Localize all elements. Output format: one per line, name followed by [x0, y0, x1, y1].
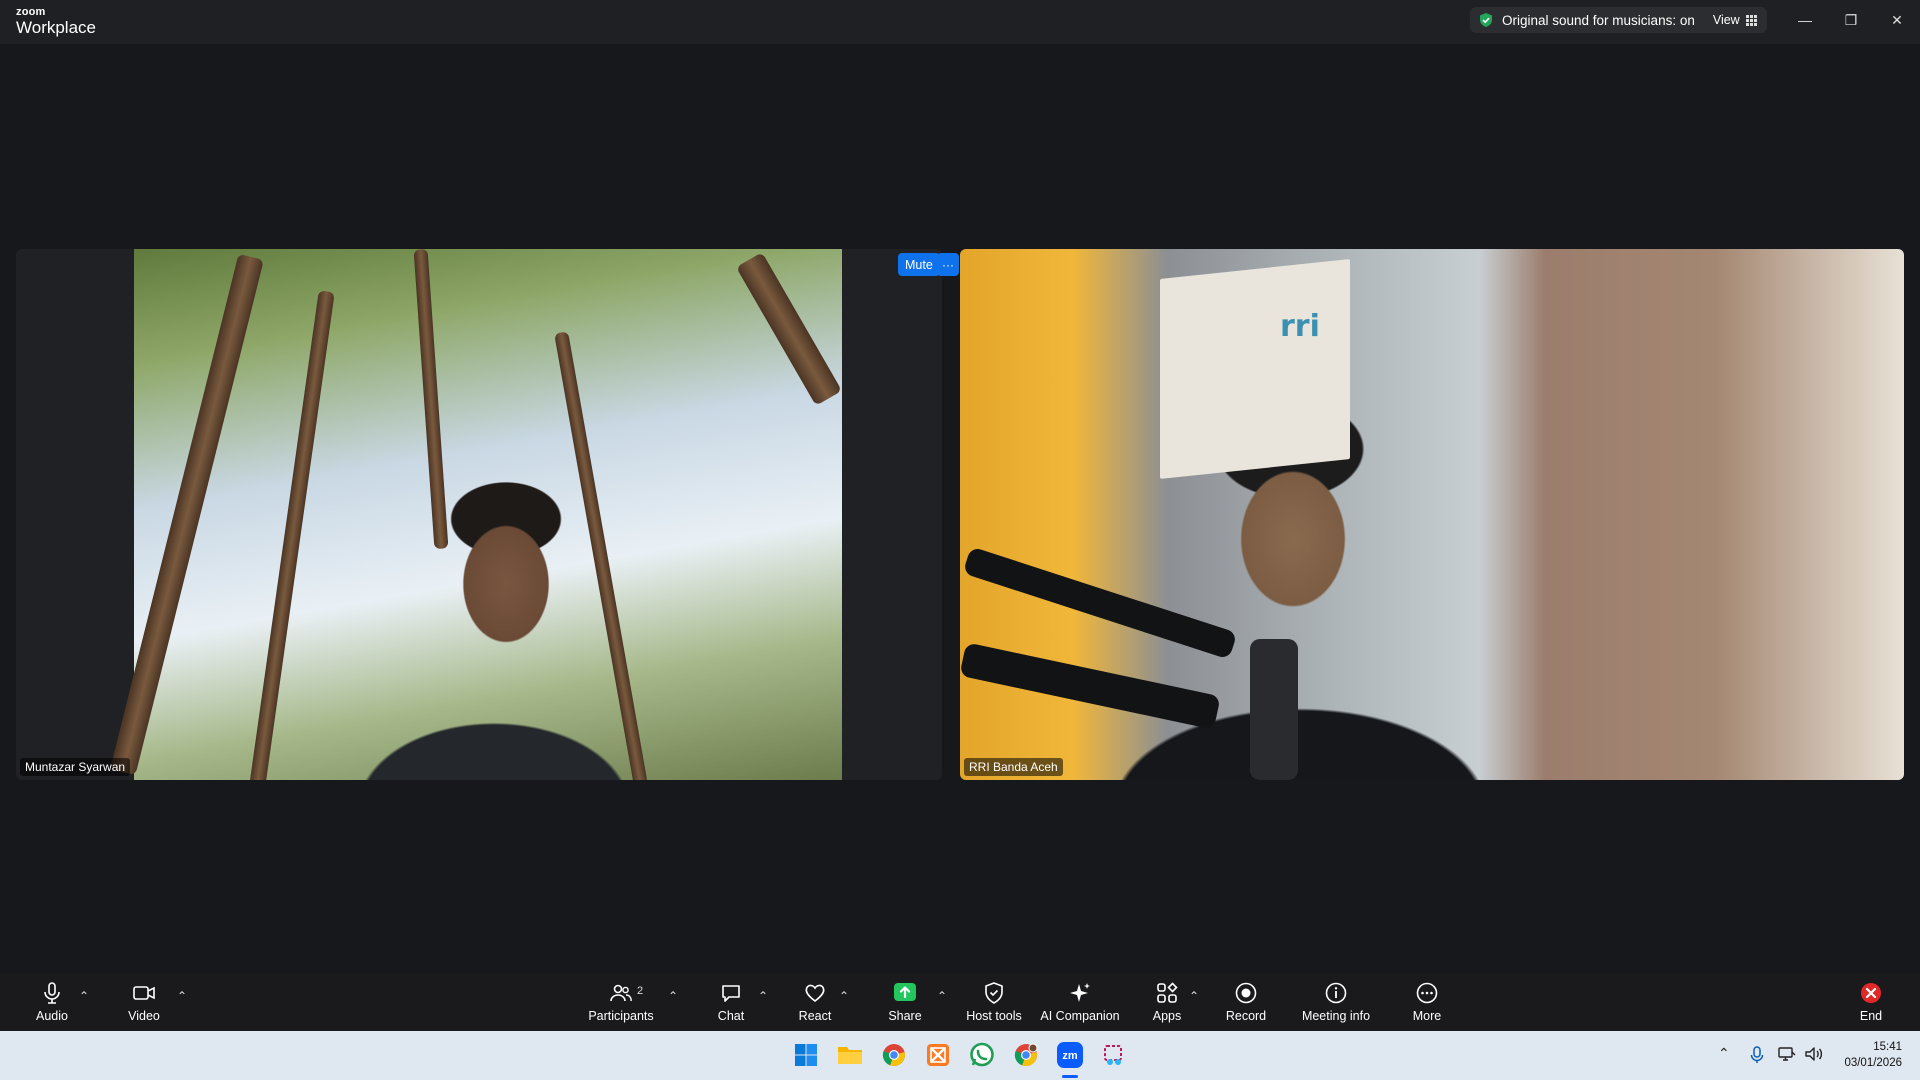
brand-large: Workplace: [16, 18, 96, 37]
end-meeting-button[interactable]: End: [1848, 973, 1894, 1031]
video-label: Video: [128, 1009, 160, 1023]
info-icon: [1325, 982, 1347, 1004]
apps-options-icon[interactable]: ⌃: [1189, 989, 1199, 1003]
share-label: Share: [888, 1009, 922, 1023]
ai-companion-button[interactable]: AI Companion: [1036, 973, 1124, 1031]
video-tile-participant-1[interactable]: Muntazar Syarwan: [16, 249, 942, 780]
original-sound-indicator[interactable]: Original sound for musicians: on View: [1470, 7, 1767, 33]
radio-banner: [1160, 259, 1350, 479]
video-options-icon[interactable]: ⌃: [177, 989, 187, 1003]
clock-date: 03/01/2026: [1844, 1057, 1902, 1069]
audio-options-icon[interactable]: ⌃: [79, 989, 89, 1003]
xampp-icon[interactable]: [922, 1039, 954, 1071]
record-icon: [1235, 982, 1257, 1004]
snipping-tool-icon[interactable]: [1098, 1039, 1130, 1071]
restore-icon[interactable]: ❐: [1828, 0, 1874, 40]
file-explorer-icon[interactable]: [834, 1039, 866, 1071]
participants-icon: [610, 984, 632, 1002]
volume-icon[interactable]: [1804, 1046, 1824, 1062]
audio-button[interactable]: Audio: [28, 973, 76, 1031]
meeting-toolbar: Audio ⌃ Video ⌃ Participants 2 ⌃ Chat ⌃ …: [0, 973, 1920, 1031]
apps-icon: [1157, 982, 1178, 1003]
chat-icon: [722, 985, 740, 1002]
zoom-logo: zoom Workplace: [16, 6, 96, 37]
microphone-tray-icon[interactable]: [1750, 1046, 1764, 1064]
system-clock[interactable]: 15:41 03/01/2026: [1844, 1039, 1902, 1071]
chat-label: Chat: [717, 1009, 745, 1023]
camera-icon: [133, 986, 155, 1000]
view-label: View: [1712, 13, 1740, 27]
clock-time: 15:41: [1873, 1041, 1902, 1053]
microphone-icon: [44, 982, 60, 1004]
record-button[interactable]: Record: [1221, 973, 1271, 1031]
more-label: More: [1412, 1009, 1442, 1023]
grid-icon: [1745, 15, 1757, 26]
zoom-icon[interactable]: zm: [1054, 1039, 1086, 1071]
participants-options-icon[interactable]: ⌃: [668, 989, 678, 1003]
participant-more-button[interactable]: ···: [937, 253, 959, 276]
sparkle-icon: [1070, 983, 1090, 1002]
heart-icon: [805, 984, 825, 1003]
audio-label: Audio: [36, 1009, 68, 1023]
chrome-profile-icon[interactable]: [1010, 1039, 1042, 1071]
network-icon[interactable]: [1778, 1046, 1796, 1062]
title-bar: zoom Workplace Original sound for musici…: [0, 0, 1920, 44]
more-icon: [1416, 982, 1438, 1004]
participant-name-label: Muntazar Syarwan: [20, 758, 131, 776]
end-meeting-icon: [1861, 983, 1881, 1003]
react-button[interactable]: React: [790, 973, 840, 1031]
video-button[interactable]: Video: [120, 973, 168, 1031]
end-label: End: [1859, 1009, 1883, 1023]
apps-button[interactable]: Apps: [1142, 973, 1192, 1031]
chrome-icon[interactable]: [878, 1039, 910, 1071]
whatsapp-icon[interactable]: [966, 1039, 998, 1071]
react-label: React: [798, 1009, 832, 1023]
start-icon[interactable]: [790, 1039, 822, 1071]
shield-check-icon: [1480, 13, 1492, 27]
share-button[interactable]: Share: [880, 973, 930, 1031]
chat-options-icon[interactable]: ⌃: [758, 989, 768, 1003]
apps-label: Apps: [1152, 1009, 1182, 1023]
participants-label: Participants: [588, 1009, 654, 1023]
participant-name-label: RRI Banda Aceh: [964, 758, 1063, 776]
meeting-info-button[interactable]: Meeting info: [1296, 973, 1376, 1031]
radio-banner-logo: rri: [1280, 309, 1320, 344]
show-hidden-icons-icon[interactable]: ⌃: [1718, 1045, 1730, 1062]
mute-participant-button[interactable]: Mute: [898, 253, 940, 276]
brand-small: zoom: [16, 6, 46, 18]
view-button[interactable]: View: [1713, 13, 1757, 27]
share-screen-icon: [894, 983, 916, 1001]
close-icon[interactable]: ✕: [1874, 0, 1920, 40]
video-tile-participant-2[interactable]: rri RRI Banda Aceh: [960, 249, 1904, 780]
participants-count: 2: [637, 985, 644, 997]
sound-status-text: Original sound for musicians: on: [1502, 12, 1695, 28]
share-options-icon[interactable]: ⌃: [937, 989, 947, 1003]
host-tools-button[interactable]: Host tools: [960, 973, 1028, 1031]
zoom-icon-label: zm: [1062, 1050, 1078, 1062]
more-button[interactable]: More: [1402, 973, 1452, 1031]
participants-button[interactable]: Participants: [584, 973, 658, 1031]
react-options-icon[interactable]: ⌃: [839, 989, 849, 1003]
chat-button[interactable]: Chat: [706, 973, 756, 1031]
windows-taskbar: zm ⌃ 15:41 03/01/2026: [0, 1031, 1920, 1080]
record-label: Record: [1225, 1009, 1267, 1023]
meeting-info-label: Meeting info: [1301, 1009, 1371, 1023]
ai-companion-label: AI Companion: [1040, 1009, 1120, 1023]
host-tools-label: Host tools: [966, 1009, 1022, 1023]
participant-video-feed: [110, 249, 842, 780]
host-shield-icon: [985, 982, 1003, 1004]
participant-video-feed: rri: [960, 249, 1904, 780]
minimize-icon[interactable]: —: [1782, 0, 1828, 40]
active-app-indicator: [1062, 1075, 1078, 1078]
